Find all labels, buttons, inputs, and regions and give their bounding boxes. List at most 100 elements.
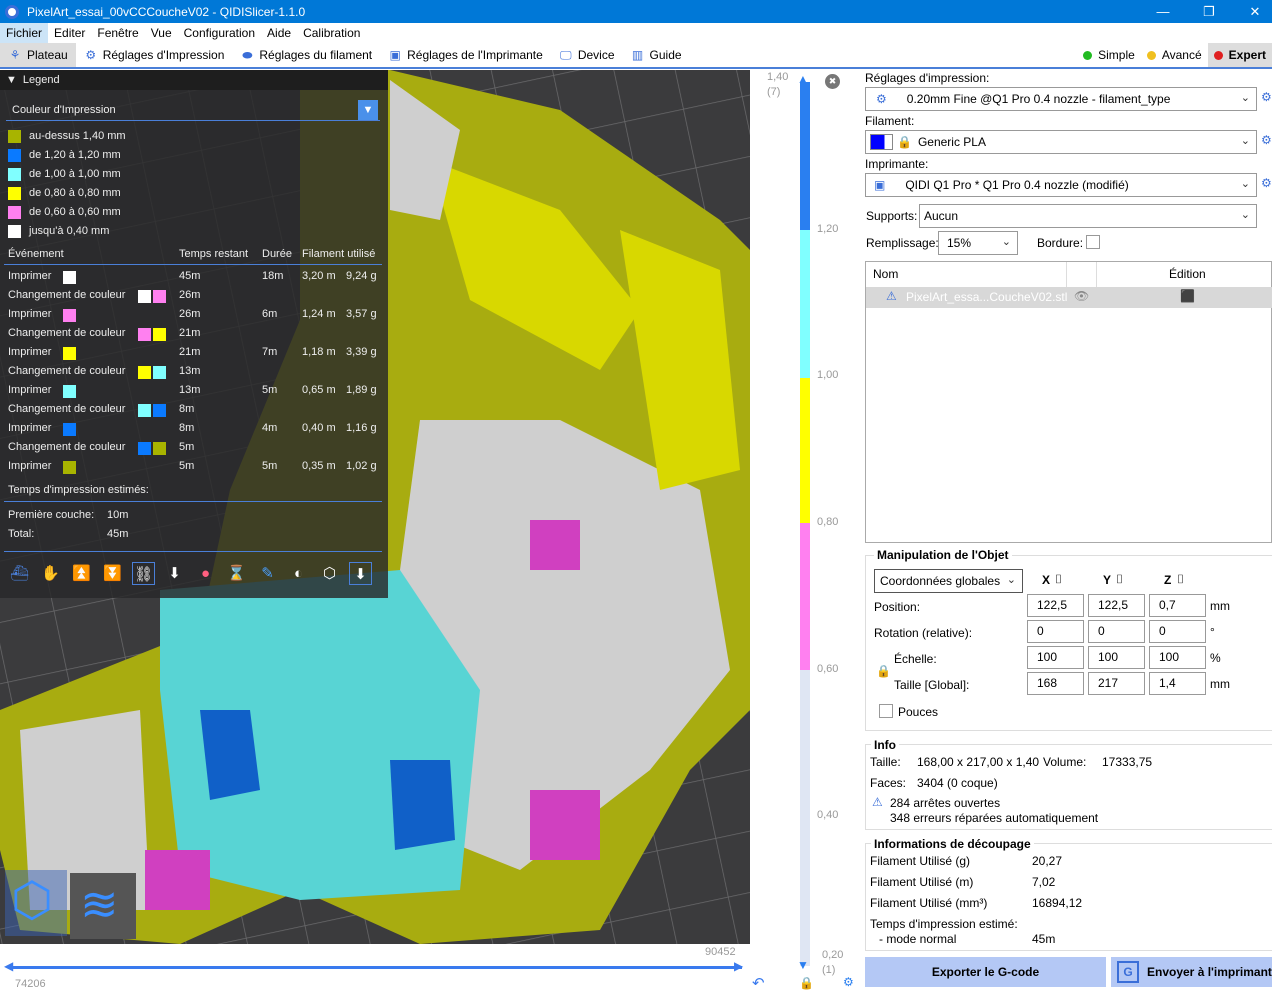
shells-icon[interactable]: ⬡ (318, 562, 341, 585)
view-type-dropdown[interactable]: Couleur d'Impression ▼ (6, 99, 380, 121)
menu-calibration[interactable]: Calibration (297, 23, 366, 43)
tool-marker-icon[interactable]: ⬇ (349, 562, 372, 585)
tab-filament-settings[interactable]: ⬬ Réglages du filament (232, 43, 380, 67)
wipe-icon[interactable]: ✋ (39, 562, 62, 585)
mode-dot-icon (1083, 50, 1093, 60)
minimize-button[interactable]: — (1140, 0, 1186, 23)
manip-x-input[interactable]: 122,5 (1027, 594, 1084, 617)
menu-bar: Fichier Editer Fenêtre Vue Configuration… (0, 23, 1272, 43)
tab-plateau[interactable]: ⚘ Plateau (0, 43, 76, 67)
export-gcode-button[interactable]: Exporter le G-code (865, 957, 1106, 987)
chevron-down-icon: ⌄ (1240, 135, 1250, 147)
chevron-down-icon: ⌄ (1240, 92, 1250, 104)
layers-icon: ≋ (80, 878, 119, 930)
infill-select[interactable]: 15% ⌄ (938, 231, 1018, 255)
send-to-printer-button[interactable]: G Envoyer à l'imprimante (1111, 957, 1272, 987)
edit-printer-gear-icon[interactable]: ⚙ (1261, 176, 1272, 190)
col-remaining: Temps restant (179, 248, 249, 260)
manip-y-input[interactable]: 217 (1088, 672, 1145, 695)
tab-guide[interactable]: ▥ Guide (623, 43, 690, 67)
tab-printer-settings[interactable]: ▣ Réglages de l'Imprimante (380, 43, 551, 67)
move-slider-left-thumb[interactable]: ◀ (4, 959, 13, 973)
event-row: Changement de couleur 8m (8, 403, 383, 422)
manip-y-input[interactable]: 122,5 (1088, 594, 1145, 617)
close-button[interactable]: ✕ (1232, 0, 1272, 23)
volume-value: 17333,75 (1102, 755, 1153, 769)
eye-icon[interactable]: 👁 (1074, 289, 1089, 303)
menu-fichier[interactable]: Fichier (0, 23, 49, 43)
settings-cog-icon[interactable]: ⚙ (843, 975, 854, 989)
brim-checkbox[interactable] (1086, 235, 1100, 249)
manip-row-label: Échelle: (894, 652, 937, 666)
manip-x-input[interactable]: 100 (1027, 646, 1084, 669)
move-slider-right-thumb[interactable]: ▶ (734, 959, 743, 973)
manip-z-input[interactable]: 0 (1149, 620, 1206, 643)
supports-select[interactable]: Aucun ⌄ (919, 204, 1257, 228)
menu-configuration[interactable]: Configuration (178, 23, 261, 43)
discard-changes-icon[interactable]: ✖ (825, 74, 840, 89)
drop-to-axis-icon[interactable]: ⌷ (1055, 572, 1062, 587)
retractions-icon[interactable]: ⏫ (70, 562, 93, 585)
tool-changes-icon[interactable]: ⬇ (163, 562, 186, 585)
lower-thumb[interactable]: ▼ (797, 958, 809, 972)
mode-advanced[interactable]: Avancé (1141, 43, 1208, 67)
drop-to-axis-icon[interactable]: ⌷ (1116, 572, 1123, 587)
3d-view-button[interactable]: ⬡ (5, 870, 67, 936)
supports-value: Aucun (924, 209, 959, 223)
scale-lock-icon[interactable]: 🔒 (876, 664, 891, 678)
edit-print-gear-icon[interactable]: ⚙ (1261, 90, 1272, 104)
manip-x-input[interactable]: 0 (1027, 620, 1084, 643)
color-swatch (153, 404, 166, 417)
menu-editer[interactable]: Editer (48, 23, 91, 43)
mode-expert[interactable]: Expert (1207, 43, 1272, 67)
restore-button[interactable]: ❐ (1186, 0, 1232, 23)
color-swatch (63, 461, 76, 474)
manip-y-input[interactable]: 100 (1088, 646, 1145, 669)
coordinates-select[interactable]: Coordonnées globales ⌄ (874, 569, 1023, 593)
edit-object-icon[interactable]: ⬛ (1180, 289, 1195, 303)
tick-label: 1,20 (817, 223, 839, 235)
undo-arrow-icon[interactable]: ↶ (752, 974, 765, 992)
manip-x-input[interactable]: 168 (1027, 672, 1084, 695)
inches-checkbox[interactable] (879, 704, 893, 718)
event-remaining: 5m (179, 441, 195, 453)
legend-header[interactable]: ▼ Legend (0, 70, 388, 90)
mode-simple[interactable]: Simple (1077, 43, 1141, 67)
drop-to-axis-icon[interactable]: ⌷ (1177, 572, 1184, 587)
layer-slider-track[interactable] (800, 82, 810, 966)
pauses-icon[interactable]: ⌛ (225, 562, 248, 585)
mode-dot-icon (1146, 50, 1156, 60)
filament-color-swatch[interactable] (870, 134, 893, 150)
seams-icon[interactable]: ⛓ (132, 562, 155, 585)
edit-filament-gear-icon[interactable]: ⚙ (1261, 133, 1272, 147)
event-duration: 18m (262, 270, 284, 282)
printer-select[interactable]: ▣ QIDI Q1 Pro * Q1 Pro 0.4 nozzle (modifi… (865, 173, 1257, 197)
color-changes-icon[interactable]: ● (194, 562, 217, 585)
warning-icon: ⚠ (872, 795, 883, 809)
print-settings-select[interactable]: ⚙ 0.20mm Fine @Q1 Pro 0.4 nozzle - filame… (865, 87, 1257, 111)
menu-aide[interactable]: Aide (261, 23, 297, 43)
custom-gcodes-icon[interactable]: ✎ (256, 562, 279, 585)
time-label: Temps d'impression estimé: (870, 917, 1018, 931)
object-row[interactable]: ⚠ PixelArt_essa...CoucheV02.stl 👁 ⬛ (866, 287, 1272, 308)
tab-print-settings[interactable]: ⚙ Réglages d'Impression (76, 43, 233, 67)
manip-y-input[interactable]: 0 (1088, 620, 1145, 643)
preview-button[interactable]: ≋ (70, 873, 136, 939)
manip-z-input[interactable]: 0,7 (1149, 594, 1206, 617)
tab-device[interactable]: 🖵 Device (551, 43, 623, 67)
lock-icon[interactable]: 🔒 (799, 976, 814, 990)
center-of-gravity-icon[interactable]: ◐ (287, 562, 310, 585)
range-label: de 1,00 à 1,00 mm (29, 168, 121, 180)
filament-select[interactable]: 🔒 Generic PLA ⌄ (865, 130, 1257, 154)
travel-icon[interactable]: ⛴ (8, 562, 31, 585)
menu-fenetre[interactable]: Fenêtre (91, 23, 144, 43)
legend-title: Legend (22, 74, 60, 86)
menu-vue[interactable]: Vue (145, 23, 178, 43)
manip-z-input[interactable]: 1,4 (1149, 672, 1206, 695)
move-slider-track[interactable] (8, 966, 742, 969)
deretractions-icon[interactable]: ⏬ (101, 562, 124, 585)
color-swatch (138, 442, 151, 455)
event-name: Imprimer (8, 346, 52, 358)
upper-thumb[interactable]: ▲ (797, 72, 809, 86)
manip-z-input[interactable]: 100 (1149, 646, 1206, 669)
